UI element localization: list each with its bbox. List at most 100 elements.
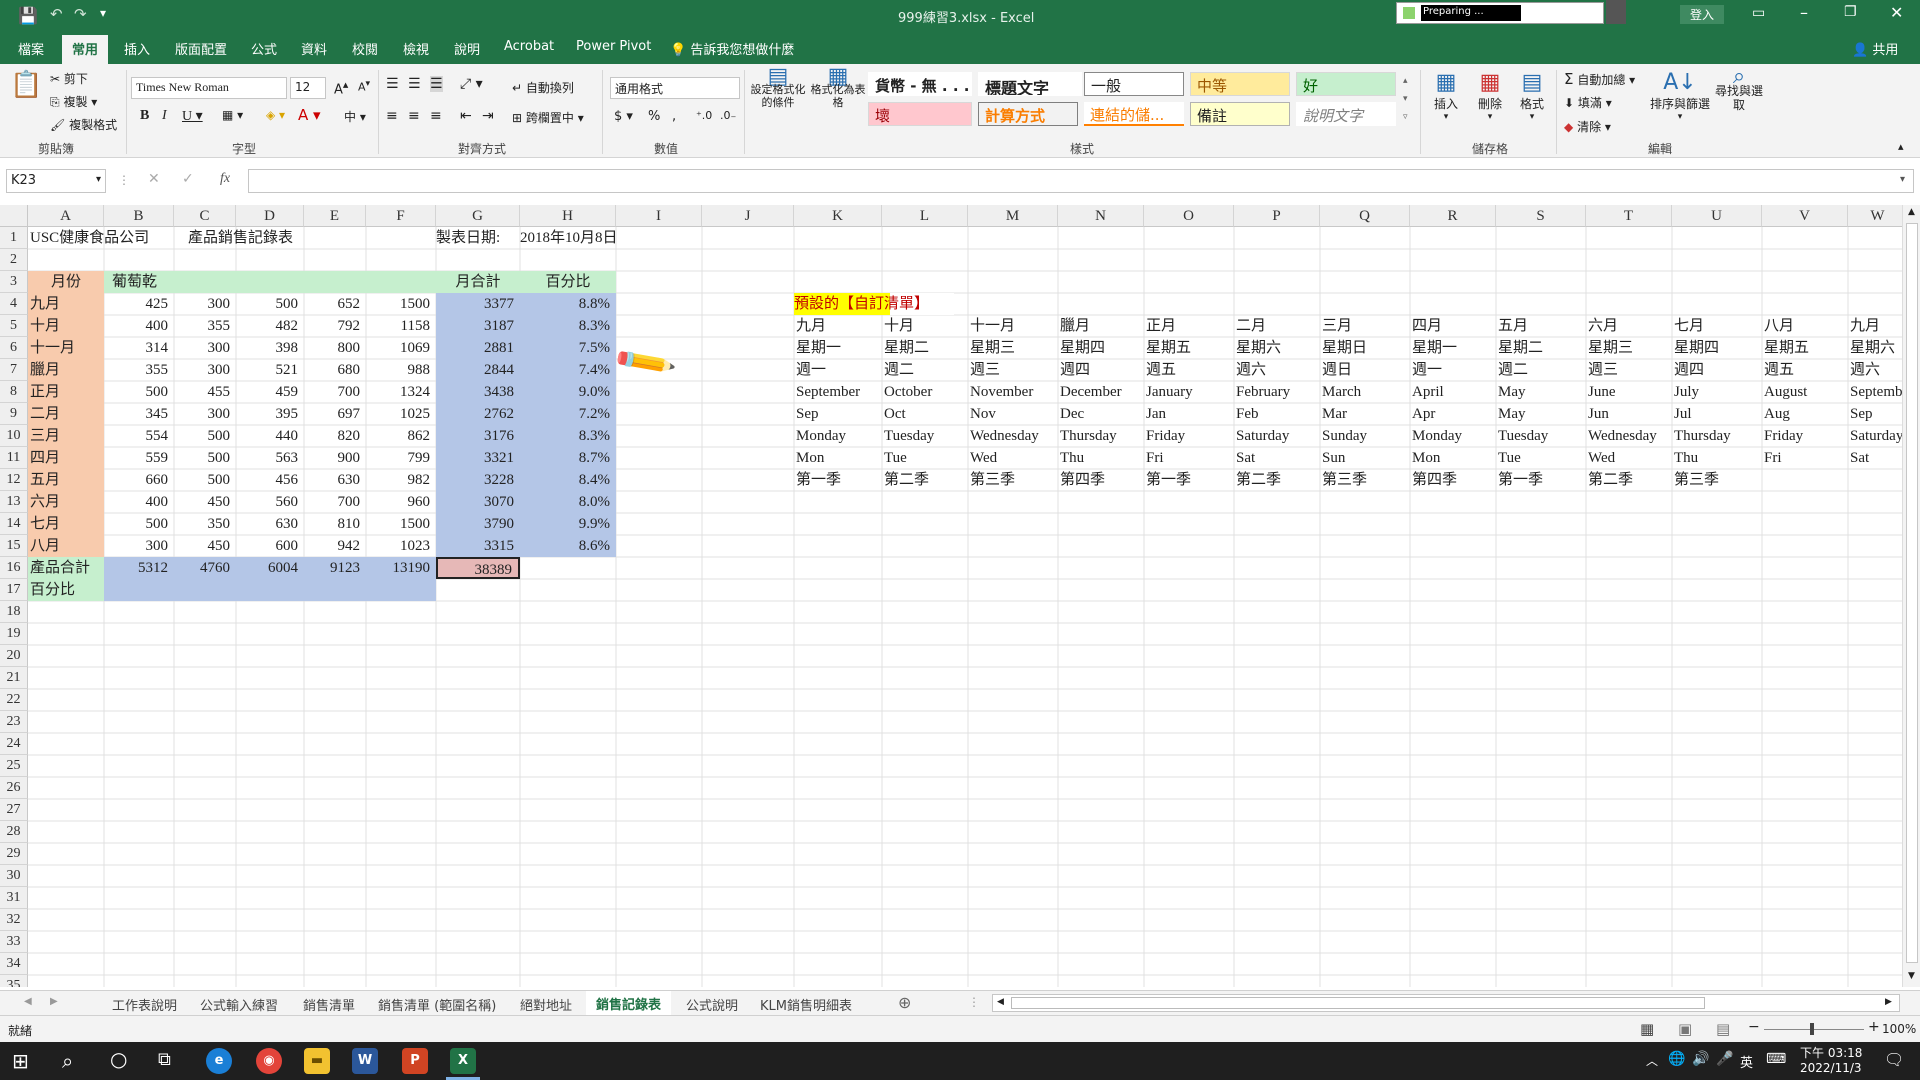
cell-custom-list-item[interactable]: January [1144,381,1234,403]
cell-custom-list-item[interactable]: 週五 [1144,359,1234,381]
vertical-scroll-thumb[interactable] [1906,223,1918,963]
cell-column-percent[interactable] [304,579,366,601]
cell-custom-list-item[interactable]: Monday [794,425,882,447]
cell-value[interactable]: 300 [174,359,236,381]
cell-custom-list-item[interactable]: 十月 [882,315,968,337]
task-view-icon[interactable]: ⧉ [158,1049,171,1070]
column-header[interactable]: N [1058,205,1144,227]
cell-custom-list-item[interactable]: Mon [1410,447,1496,469]
cell-header-product[interactable] [174,271,236,293]
cell-value[interactable]: 500 [236,293,304,315]
autosum-button[interactable]: Σ 自動加總 ▾ [1564,70,1635,88]
font-size-select[interactable]: 12 [290,77,326,99]
cell-month-total[interactable]: 3176 [436,425,520,447]
cell-value[interactable]: 456 [236,469,304,491]
wrap-text-button[interactable]: ↵ 自動換列 [512,79,574,96]
cell-custom-list-item[interactable]: 星期四 [1672,337,1762,359]
cell-value[interactable]: 450 [174,535,236,557]
cell-date-label[interactable]: 製表日期: [436,227,520,249]
column-header[interactable]: B [104,205,174,227]
percent-icon[interactable]: % [648,109,660,124]
clear-button[interactable]: ◆ 清除 ▾ [1564,118,1611,135]
cell-custom-list-item[interactable]: 週六 [1848,359,1908,381]
cell-column-percent[interactable] [236,579,304,601]
cell-month[interactable]: 七月 [28,513,104,535]
cell-custom-list-item[interactable]: Thu [1672,447,1762,469]
cell-custom-list-item[interactable]: 星期六 [1848,337,1908,359]
word-icon[interactable]: W [352,1048,378,1074]
row-header[interactable]: 12 [0,469,28,491]
row-header[interactable]: 22 [0,689,28,711]
cell-value[interactable]: 398 [236,337,304,359]
cell-custom-list-item[interactable]: Wed [968,447,1058,469]
cell-value[interactable]: 500 [174,447,236,469]
cell-percent[interactable]: 7.2% [520,403,616,425]
cell-value[interactable]: 345 [104,403,174,425]
row-header[interactable]: 19 [0,623,28,645]
row-header[interactable]: 35 [0,975,28,987]
row-header[interactable]: 3 [0,271,28,293]
row-header[interactable]: 17 [0,579,28,601]
cell-value[interactable]: 355 [174,315,236,337]
cell-value[interactable]: 314 [104,337,174,359]
scroll-down-icon[interactable]: ▼ [1908,971,1915,981]
row-header[interactable]: 4 [0,293,28,315]
cell-custom-list-item[interactable]: December [1058,381,1144,403]
excel-icon[interactable]: X [450,1048,476,1074]
column-header[interactable]: M [968,205,1058,227]
tab-splitter-icon[interactable]: ⋮ [968,995,980,1009]
row-header[interactable]: 10 [0,425,28,447]
sheet-tab[interactable]: 絕對地址 [520,995,572,1014]
cell-percent[interactable]: 8.3% [520,425,616,447]
tab-formulas[interactable]: 公式 [251,39,277,58]
cell-header-month[interactable]: 月份 [28,271,104,293]
italic-button[interactable]: I [162,108,167,124]
cell-custom-list-item[interactable]: 第二季 [882,469,968,491]
tray-expand-icon[interactable]: ︿ [1646,1052,1658,1069]
prev-sheet-icon[interactable]: ◀ [24,996,32,1007]
row-header[interactable]: 7 [0,359,28,381]
cell-date-value[interactable]: 2018年10月8日 [520,227,660,249]
sheet-tab[interactable]: 銷售清單 (範圍名稱) [378,995,496,1014]
cell-value[interactable]: 500 [104,513,174,535]
cell-custom-list-item[interactable]: Saturday [1234,425,1320,447]
cell-custom-list-item[interactable]: 週一 [1410,359,1496,381]
phonetic-icon[interactable]: 中 ▾ [344,108,366,125]
cell-custom-list-item[interactable]: 星期五 [1144,337,1234,359]
restore-icon[interactable]: ❐ [1844,4,1857,20]
align-middle-icon[interactable]: ☰ [408,76,421,92]
font-name-select[interactable]: Times New Roman [131,77,287,99]
cell-custom-list-item[interactable]: 正月 [1144,315,1234,337]
column-header[interactable]: H [520,205,616,227]
cell-value[interactable]: 563 [236,447,304,469]
cell-custom-list-item[interactable]: 星期一 [794,337,882,359]
cell-column-sum[interactable]: 13190 [366,557,436,579]
cell-value[interactable]: 862 [366,425,436,447]
fill-button[interactable]: ⬇ 填滿 ▾ [1564,94,1612,111]
style-explanatory[interactable]: 說明文字 [1296,102,1396,126]
cell-value[interactable]: 680 [304,359,366,381]
clock-time[interactable]: 下午 03:18 [1800,1044,1862,1061]
orientation-icon[interactable]: ⤢ ▾ [460,76,483,92]
row-header[interactable]: 26 [0,777,28,799]
cell-value[interactable]: 500 [104,381,174,403]
cell-value[interactable]: 395 [236,403,304,425]
cell-custom-list-item[interactable]: Sat [1234,447,1320,469]
cell-value[interactable]: 1069 [366,337,436,359]
cell-percent[interactable]: 9.0% [520,381,616,403]
cell-value[interactable]: 400 [104,315,174,337]
cell-custom-list-item[interactable]: Saturday [1848,425,1908,447]
row-header[interactable]: 21 [0,667,28,689]
cell-value[interactable]: 300 [174,403,236,425]
cell-value[interactable]: 554 [104,425,174,447]
name-box-dropdown-icon[interactable]: ▾ [96,174,101,185]
horizontal-scroll-thumb[interactable] [1011,997,1705,1009]
cell-month-total[interactable]: 3228 [436,469,520,491]
number-format-select[interactable]: 通用格式 [610,77,740,99]
cell-custom-list-item[interactable]: Jul [1672,403,1762,425]
cut-button[interactable]: ✂ 剪下 [50,70,88,87]
select-all-corner[interactable] [0,205,28,227]
cell-percent-label[interactable]: 百分比 [28,579,104,601]
style-calculation[interactable]: 計算方式 [978,102,1078,126]
cell-value[interactable]: 1324 [366,381,436,403]
